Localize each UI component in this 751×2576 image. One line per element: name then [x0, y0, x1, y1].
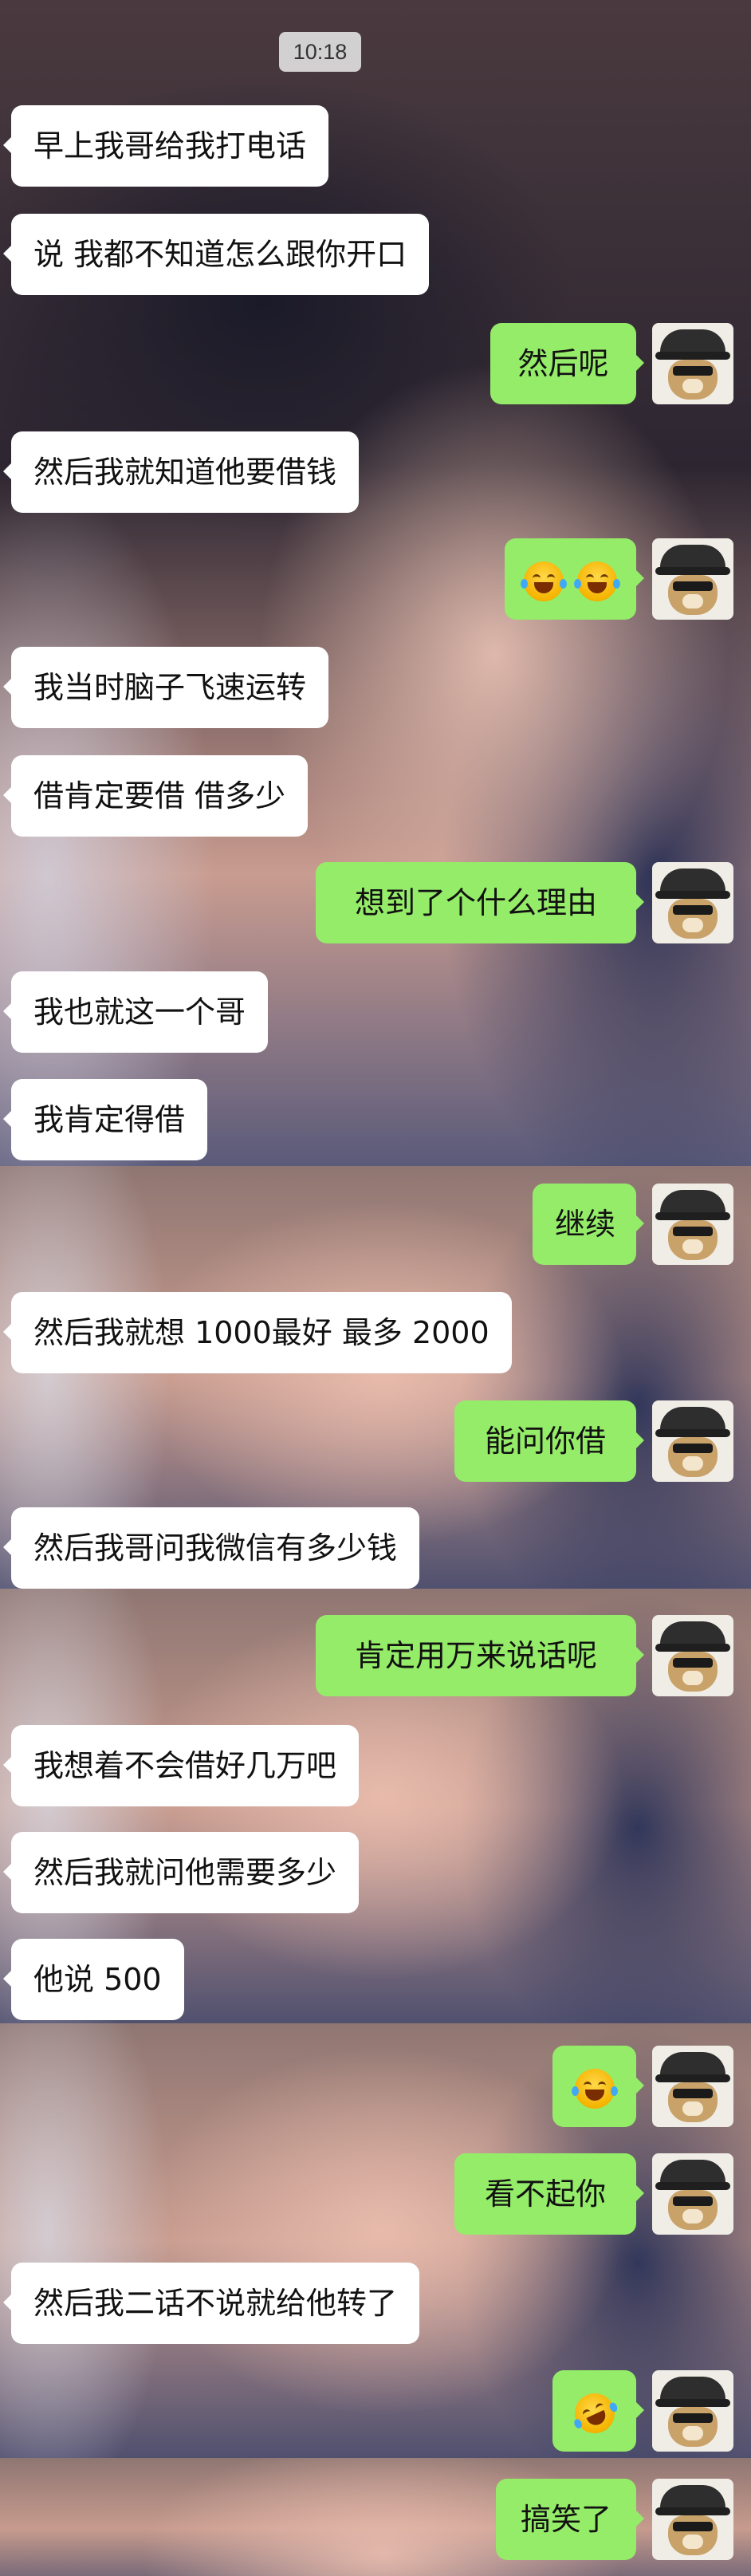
dog-snout: [682, 918, 703, 932]
incoming-message-bubble[interactable]: 我想着不会借好几万吧: [2, 1725, 360, 1806]
cap-brim: [655, 891, 730, 899]
glasses-icon: [673, 2196, 713, 2206]
cap-brim: [655, 2507, 730, 2515]
incoming-message-bubble[interactable]: 然后我就想 1000最好 最多 2000: [3, 1292, 512, 1373]
user-avatar[interactable]: [652, 323, 733, 404]
outgoing-emoji-bubble[interactable]: [505, 538, 644, 620]
dog-snout: [682, 1671, 703, 1685]
incoming-message-bubble[interactable]: 然后我就问他需要多少: [2, 1832, 360, 1913]
chat-screen: 10:18 早上我哥给我打电话 说 我都不知道怎么跟你开口 然后呢 然后我就知道…: [0, 0, 751, 2576]
cap-brim: [655, 2182, 730, 2190]
outgoing-emoji-bubble[interactable]: [552, 2370, 644, 2452]
dog-snout: [682, 2101, 703, 2116]
incoming-message-bubble[interactable]: 说 我都不知道怎么跟你开口: [2, 214, 430, 295]
face-with-tears-of-joy-icon: [573, 561, 620, 601]
incoming-message-bubble[interactable]: 然后我就知道他要借钱: [2, 431, 360, 513]
user-avatar[interactable]: [652, 2370, 733, 2452]
incoming-message-bubble[interactable]: 然后我哥问我微信有多少钱: [2, 1507, 420, 1589]
outgoing-message-bubble[interactable]: 想到了个什么理由: [316, 862, 644, 943]
glasses-icon: [673, 581, 713, 591]
glasses-icon: [673, 2413, 713, 2423]
outgoing-message-bubble[interactable]: 肯定用万来说话呢: [316, 1615, 644, 1696]
cap-brim: [655, 352, 730, 360]
outgoing-message-bubble[interactable]: 继续: [533, 1184, 644, 1265]
glasses-icon: [673, 366, 713, 376]
glasses-icon: [673, 2522, 713, 2531]
user-avatar[interactable]: [652, 862, 733, 943]
glasses-icon: [673, 1444, 713, 1453]
user-avatar[interactable]: [652, 2046, 733, 2127]
dog-snout: [682, 1239, 703, 1254]
cap-brim: [655, 567, 730, 575]
glasses-icon: [673, 1658, 713, 1668]
outgoing-message-bubble[interactable]: 看不起你: [454, 2153, 644, 2235]
user-avatar[interactable]: [652, 1615, 733, 1696]
dog-snout: [682, 1456, 703, 1471]
user-avatar[interactable]: [652, 2153, 733, 2235]
cap-brim: [655, 1644, 730, 1652]
outgoing-emoji-bubble[interactable]: [552, 2046, 644, 2127]
user-avatar[interactable]: [652, 1184, 733, 1265]
incoming-message-bubble[interactable]: 然后我二话不说就给他转了: [2, 2263, 420, 2344]
incoming-message-bubble[interactable]: 早上我哥给我打电话: [2, 105, 329, 187]
incoming-message-bubble[interactable]: 我当时脑子飞速运转: [2, 647, 329, 728]
glasses-icon: [673, 2089, 713, 2098]
user-avatar[interactable]: [652, 538, 733, 620]
outgoing-message-bubble[interactable]: 然后呢: [490, 323, 644, 404]
cap-brim: [655, 2074, 730, 2082]
incoming-message-bubble[interactable]: 借肯定要借 借多少: [2, 755, 309, 837]
glasses-icon: [673, 905, 713, 915]
face-with-tears-of-joy-icon: [571, 2068, 618, 2109]
incoming-message-bubble[interactable]: 我肯定得借: [2, 1079, 208, 1160]
incoming-message-bubble[interactable]: 他说 500: [3, 1939, 184, 2020]
dog-snout: [682, 2209, 703, 2223]
cap-brim: [655, 1429, 730, 1437]
dog-snout: [682, 2535, 703, 2549]
outgoing-message-bubble[interactable]: 能问你借: [454, 1400, 644, 1482]
cap-brim: [655, 1212, 730, 1220]
timestamp: 10:18: [279, 32, 361, 72]
glasses-icon: [673, 1227, 713, 1236]
rolling-on-floor-laughing-icon: [568, 2386, 621, 2440]
outgoing-message-bubble[interactable]: 搞笑了: [496, 2479, 644, 2560]
user-avatar[interactable]: [652, 1400, 733, 1482]
incoming-message-bubble[interactable]: 我也就这一个哥: [2, 971, 269, 1053]
face-with-tears-of-joy-icon: [521, 561, 568, 601]
user-avatar[interactable]: [652, 2479, 733, 2560]
cap-brim: [655, 2399, 730, 2407]
dog-snout: [682, 379, 703, 393]
dog-snout: [682, 594, 703, 609]
dog-snout: [682, 2426, 703, 2440]
